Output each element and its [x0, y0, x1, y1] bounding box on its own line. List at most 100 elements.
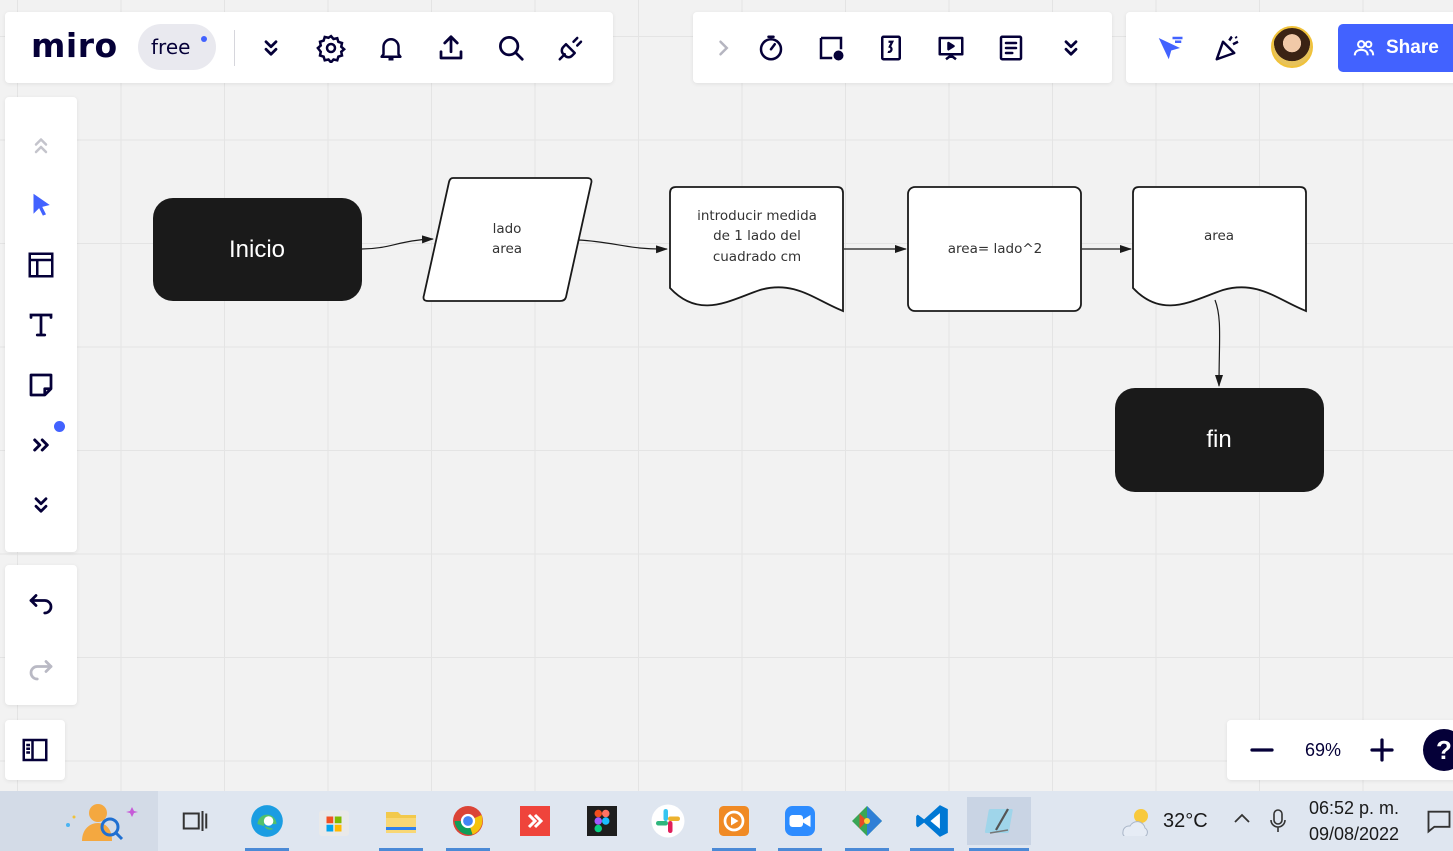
zoom-level[interactable]: 69% — [1292, 720, 1354, 780]
miro-logo[interactable]: miro — [31, 26, 118, 65]
templates-tool-button[interactable] — [21, 245, 61, 285]
redo-button[interactable] — [21, 649, 61, 689]
export-button[interactable] — [431, 28, 471, 68]
clock-time: 06:52 p. m. — [1308, 798, 1400, 818]
cursor-filter-button[interactable] — [1150, 28, 1190, 68]
notifications-center-button[interactable] — [1425, 807, 1453, 840]
weather-widget[interactable]: 32°C — [1117, 791, 1208, 851]
collaboration-toolbar — [693, 12, 1112, 83]
timer-button[interactable] — [751, 28, 791, 68]
taskbar-active-app[interactable] — [967, 797, 1031, 851]
taskbar-zoom[interactable] — [776, 797, 824, 851]
more-tools-button[interactable] — [251, 28, 291, 68]
start-label: Inicio — [229, 236, 285, 263]
search-icon — [499, 36, 524, 61]
frames-sidebar-icon — [22, 738, 48, 762]
input-label-line2: area — [492, 241, 522, 257]
start-terminator-node[interactable]: Inicio — [153, 198, 362, 301]
notes-button[interactable] — [991, 28, 1031, 68]
microsoft-store-icon — [319, 810, 349, 836]
expand-toolbar-button[interactable] — [21, 485, 61, 525]
media-player-icon — [719, 806, 749, 836]
collapse-toolbar-button[interactable] — [703, 28, 743, 68]
process-node[interactable]: area= lado^2 — [907, 186, 1082, 312]
document-node-measure[interactable]: introducir medida de 1 lado del cuadrado… — [669, 186, 844, 313]
task-view-button[interactable] — [171, 797, 219, 845]
notifications-button[interactable] — [371, 28, 411, 68]
zoom-in-button[interactable] — [1362, 730, 1402, 770]
more-apps-button[interactable] — [21, 425, 61, 465]
taskbar-file-explorer[interactable] — [377, 797, 425, 851]
minus-icon — [1250, 748, 1274, 752]
connector-input-to-doc1[interactable] — [578, 239, 668, 254]
share-label: Share — [1386, 37, 1439, 58]
doc1-label-line1: introducir medida — [697, 208, 817, 224]
taskbar-git-tool[interactable] — [843, 797, 891, 851]
sticky-note-tool-button[interactable] — [21, 365, 61, 405]
partly-cloudy-icon — [1122, 809, 1148, 836]
presentation-icon — [938, 36, 964, 61]
voting-button[interactable] — [871, 28, 911, 68]
text-tool-button[interactable] — [21, 305, 61, 345]
frames-button[interactable] — [15, 730, 55, 770]
presentation-button[interactable] — [931, 28, 971, 68]
plan-dot-indicator — [201, 36, 207, 42]
show-hidden-icons-button[interactable] — [1230, 807, 1254, 836]
clock-date: 09/08/2022 — [1308, 824, 1400, 844]
search-button[interactable] — [491, 28, 531, 68]
taskbar-chrome[interactable] — [444, 797, 492, 851]
select-tool-button[interactable] — [21, 185, 61, 225]
creation-toolbar — [5, 97, 77, 552]
cursor-icon — [33, 193, 50, 216]
taskbar-vscode[interactable] — [908, 797, 956, 851]
share-button[interactable]: Share — [1338, 24, 1453, 72]
vscode-icon — [916, 805, 948, 837]
taskbar-store[interactable] — [310, 797, 358, 845]
video-record-button[interactable] — [811, 28, 851, 68]
notepad-icon — [984, 808, 1013, 834]
user-avatar[interactable] — [1271, 26, 1313, 68]
doc1-label-line2: de 1 lado del — [713, 228, 801, 244]
gear-icon — [316, 34, 346, 63]
connector-doc2-to-fin[interactable] — [1214, 299, 1224, 387]
history-panel — [5, 565, 77, 705]
folder-icon — [386, 812, 416, 833]
users-icon — [1353, 40, 1375, 56]
taskbar-figma[interactable] — [578, 797, 626, 845]
double-chevron-right-icon — [33, 438, 49, 452]
integrations-button[interactable] — [551, 28, 591, 68]
plus-icon — [1370, 738, 1394, 762]
plan-badge[interactable]: free — [138, 24, 216, 70]
input-parallelogram-node[interactable]: lado area — [422, 177, 593, 302]
connector-inicio-to-input[interactable] — [361, 235, 434, 250]
slack-icon — [651, 804, 685, 838]
taskbar-anydesk[interactable] — [511, 797, 559, 845]
toolbar-collapse-button[interactable] — [21, 127, 61, 167]
task-view-icon — [182, 811, 208, 831]
system-clock[interactable]: 06:52 p. m. 09/08/2022 — [1300, 795, 1408, 847]
document-node-area[interactable]: area — [1132, 186, 1307, 313]
process-label: area= lado^2 — [948, 241, 1042, 257]
chevron-up-icon — [1234, 813, 1250, 823]
reactions-button[interactable] — [1208, 28, 1248, 68]
zoom-out-button[interactable] — [1242, 730, 1282, 770]
notes-icon — [999, 35, 1023, 61]
more-collab-tools-button[interactable] — [1051, 28, 1091, 68]
end-terminator-node[interactable]: fin — [1115, 388, 1324, 492]
doc2-label: area — [1204, 228, 1234, 244]
sticky-note-icon — [29, 373, 53, 397]
microphone-indicator[interactable] — [1268, 807, 1288, 840]
taskbar-edge[interactable] — [243, 797, 291, 851]
taskbar-media-player[interactable] — [710, 797, 758, 851]
new-apps-indicator — [54, 421, 65, 432]
windows-taskbar: 32°C 06:52 p. m. 09/08/2022 — [0, 791, 1453, 851]
git-tool-icon — [852, 806, 882, 836]
voting-icon — [881, 35, 901, 61]
taskbar-search-area[interactable] — [0, 791, 158, 851]
taskbar-slack[interactable] — [644, 797, 692, 845]
flowchart[interactable]: Inicio lado area introducir medida de 1 … — [0, 0, 1453, 791]
double-chevron-down-icon — [34, 497, 48, 513]
edge-icon — [251, 805, 283, 837]
undo-button[interactable] — [21, 583, 61, 623]
settings-button[interactable] — [311, 28, 351, 68]
